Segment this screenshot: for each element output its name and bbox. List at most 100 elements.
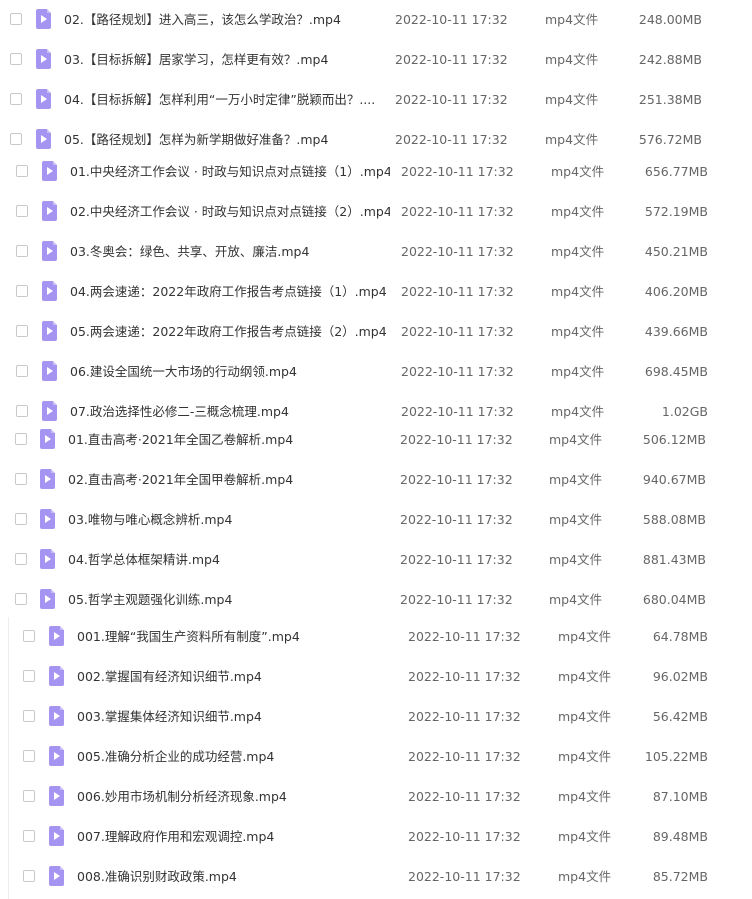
file-row[interactable]: 05.哲学主观题强化训练.mp4 2022-10-11 17:32 mp4文件 … bbox=[0, 580, 752, 620]
file-row[interactable]: 06.建设全国统一大市场的行动纲领.mp4 2022-10-11 17:32 m… bbox=[0, 352, 752, 392]
file-row[interactable]: 05.两会速递：2022年政府工作报告考点链接（2）.mp4 2022-10-1… bbox=[0, 312, 752, 352]
file-type: mp4文件 bbox=[545, 92, 599, 107]
file-row[interactable]: 001.理解“我国生产资料所有制度”.mp4 2022-10-11 17:32 … bbox=[0, 617, 752, 657]
file-name[interactable]: 01.中央经济工作会议 · 时政与知识点对点链接（1）.mp4 bbox=[70, 152, 390, 192]
file-row[interactable]: 005.准确分析企业的成功经营.mp4 2022-10-11 17:32 mp4… bbox=[0, 737, 752, 777]
file-name[interactable]: 002.掌握国有经济知识细节.mp4 bbox=[77, 657, 397, 697]
file-row[interactable]: 007.理解政府作用和宏观调控.mp4 2022-10-11 17:32 mp4… bbox=[0, 817, 752, 857]
row-checkbox[interactable] bbox=[10, 93, 22, 105]
file-size: 105.22MB bbox=[644, 749, 708, 764]
row-checkbox[interactable] bbox=[16, 325, 28, 337]
video-file-icon bbox=[36, 9, 51, 29]
file-modified-date: 2022-10-11 17:32 bbox=[408, 869, 521, 884]
file-modified-date: 2022-10-11 17:32 bbox=[401, 164, 514, 179]
file-size: 588.08MB bbox=[642, 512, 706, 527]
file-name[interactable]: 02.直击高考·2021年全国甲卷解析.mp4 bbox=[68, 460, 388, 500]
file-type: mp4文件 bbox=[545, 12, 599, 27]
file-size: 251.38MB bbox=[638, 92, 702, 107]
file-row[interactable]: 04.【目标拆解】怎样利用“一万小时定律”脱颖而出？.... 2022-10-1… bbox=[0, 80, 752, 120]
file-type: mp4文件 bbox=[549, 552, 603, 567]
file-modified-date: 2022-10-11 17:32 bbox=[408, 789, 521, 804]
row-checkbox[interactable] bbox=[23, 710, 35, 722]
file-name[interactable]: 001.理解“我国生产资料所有制度”.mp4 bbox=[77, 617, 397, 657]
file-name[interactable]: 005.准确分析企业的成功经营.mp4 bbox=[77, 737, 397, 777]
file-type: mp4文件 bbox=[551, 164, 605, 179]
file-name[interactable]: 01.直击高考·2021年全国乙卷解析.mp4 bbox=[68, 420, 388, 460]
row-checkbox[interactable] bbox=[16, 245, 28, 257]
row-checkbox[interactable] bbox=[23, 790, 35, 802]
row-checkbox[interactable] bbox=[15, 553, 27, 565]
file-modified-date: 2022-10-11 17:32 bbox=[408, 669, 521, 684]
file-type: mp4文件 bbox=[545, 52, 599, 67]
row-checkbox[interactable] bbox=[15, 513, 27, 525]
row-checkbox[interactable] bbox=[23, 870, 35, 882]
row-checkbox[interactable] bbox=[10, 133, 22, 145]
file-size: 56.42MB bbox=[652, 709, 708, 724]
row-checkbox[interactable] bbox=[16, 405, 28, 417]
file-name[interactable]: 007.理解政府作用和宏观调控.mp4 bbox=[77, 817, 397, 857]
file-modified-date: 2022-10-11 17:32 bbox=[395, 52, 508, 67]
file-name[interactable]: 006.妙用市场机制分析经济现象.mp4 bbox=[77, 777, 397, 817]
row-checkbox[interactable] bbox=[10, 53, 22, 65]
row-checkbox[interactable] bbox=[15, 473, 27, 485]
video-file-icon bbox=[49, 666, 64, 686]
file-name[interactable]: 04.【目标拆解】怎样利用“一万小时定律”脱颖而出？.... bbox=[64, 80, 384, 120]
file-type: mp4文件 bbox=[558, 829, 612, 844]
row-checkbox[interactable] bbox=[23, 670, 35, 682]
file-name[interactable]: 03.【目标拆解】居家学习，怎样更有效？.mp4 bbox=[64, 40, 384, 80]
file-row[interactable]: 03.【目标拆解】居家学习，怎样更有效？.mp4 2022-10-11 17:3… bbox=[0, 40, 752, 80]
file-name[interactable]: 03.唯物与唯心概念辨析.mp4 bbox=[68, 500, 388, 540]
row-checkbox[interactable] bbox=[16, 165, 28, 177]
file-type: mp4文件 bbox=[558, 629, 612, 644]
file-name[interactable]: 04.两会速递：2022年政府工作报告考点链接（1）.mp4 bbox=[70, 272, 390, 312]
row-checkbox[interactable] bbox=[16, 365, 28, 377]
file-size: 89.48MB bbox=[652, 829, 708, 844]
row-checkbox[interactable] bbox=[16, 205, 28, 217]
row-checkbox[interactable] bbox=[10, 13, 22, 25]
file-modified-date: 2022-10-11 17:32 bbox=[408, 709, 521, 724]
file-modified-date: 2022-10-11 17:32 bbox=[401, 204, 514, 219]
file-size: 940.67MB bbox=[642, 472, 706, 487]
file-name[interactable]: 003.掌握集体经济知识细节.mp4 bbox=[77, 697, 397, 737]
file-name[interactable]: 02.【路径规划】进入高三，该怎么学政治？.mp4 bbox=[64, 0, 384, 40]
file-size: 680.04MB bbox=[642, 592, 706, 607]
file-name[interactable]: 02.中央经济工作会议 · 时政与知识点对点链接（2）.mp4 bbox=[70, 192, 390, 232]
file-size: 248.00MB bbox=[638, 12, 702, 27]
row-checkbox[interactable] bbox=[23, 750, 35, 762]
row-checkbox[interactable] bbox=[23, 830, 35, 842]
file-row[interactable]: 03.唯物与唯心概念辨析.mp4 2022-10-11 17:32 mp4文件 … bbox=[0, 500, 752, 540]
file-row[interactable]: 02.直击高考·2021年全国甲卷解析.mp4 2022-10-11 17:32… bbox=[0, 460, 752, 500]
file-row[interactable]: 03.冬奥会：绿色、共享、开放、廉洁.mp4 2022-10-11 17:32 … bbox=[0, 232, 752, 272]
video-file-icon bbox=[42, 281, 57, 301]
video-file-icon bbox=[40, 469, 55, 489]
file-modified-date: 2022-10-11 17:32 bbox=[401, 244, 514, 259]
file-row[interactable]: 04.哲学总体框架精讲.mp4 2022-10-11 17:32 mp4文件 8… bbox=[0, 540, 752, 580]
file-type: mp4文件 bbox=[558, 789, 612, 804]
row-checkbox[interactable] bbox=[16, 285, 28, 297]
row-checkbox[interactable] bbox=[15, 593, 27, 605]
file-row[interactable]: 02.中央经济工作会议 · 时政与知识点对点链接（2）.mp4 2022-10-… bbox=[0, 192, 752, 232]
file-row[interactable]: 01.直击高考·2021年全国乙卷解析.mp4 2022-10-11 17:32… bbox=[0, 420, 752, 460]
file-modified-date: 2022-10-11 17:32 bbox=[401, 364, 514, 379]
file-name[interactable]: 008.准确识别财政政策.mp4 bbox=[77, 857, 397, 897]
file-name[interactable]: 05.哲学主观题强化训练.mp4 bbox=[68, 580, 388, 620]
file-size: 85.72MB bbox=[652, 869, 708, 884]
file-row[interactable]: 008.准确识别财政政策.mp4 2022-10-11 17:32 mp4文件 … bbox=[0, 857, 752, 897]
file-size: 64.78MB bbox=[652, 629, 708, 644]
file-name[interactable]: 06.建设全国统一大市场的行动纲领.mp4 bbox=[70, 352, 390, 392]
file-name[interactable]: 03.冬奥会：绿色、共享、开放、廉洁.mp4 bbox=[70, 232, 390, 272]
file-row[interactable]: 006.妙用市场机制分析经济现象.mp4 2022-10-11 17:32 mp… bbox=[0, 777, 752, 817]
file-name[interactable]: 05.两会速递：2022年政府工作报告考点链接（2）.mp4 bbox=[70, 312, 390, 352]
file-row[interactable]: 002.掌握国有经济知识细节.mp4 2022-10-11 17:32 mp4文… bbox=[0, 657, 752, 697]
row-checkbox[interactable] bbox=[23, 630, 35, 642]
file-row[interactable]: 04.两会速递：2022年政府工作报告考点链接（1）.mp4 2022-10-1… bbox=[0, 272, 752, 312]
file-row[interactable]: 003.掌握集体经济知识细节.mp4 2022-10-11 17:32 mp4文… bbox=[0, 697, 752, 737]
file-modified-date: 2022-10-11 17:32 bbox=[400, 552, 513, 567]
file-row[interactable]: 01.中央经济工作会议 · 时政与知识点对点链接（1）.mp4 2022-10-… bbox=[0, 152, 752, 192]
video-file-icon bbox=[49, 786, 64, 806]
video-file-icon bbox=[42, 401, 57, 421]
file-name[interactable]: 04.哲学总体框架精讲.mp4 bbox=[68, 540, 388, 580]
row-checkbox[interactable] bbox=[15, 433, 27, 445]
file-row[interactable]: 02.【路径规划】进入高三，该怎么学政治？.mp4 2022-10-11 17:… bbox=[0, 0, 752, 40]
video-file-icon bbox=[42, 161, 57, 181]
